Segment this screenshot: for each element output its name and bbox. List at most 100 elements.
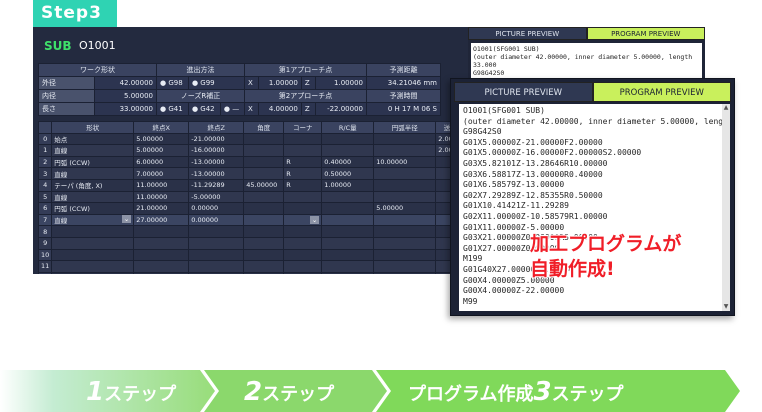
table-row[interactable]: 12 <box>37 271 521 274</box>
grid-cell[interactable] <box>321 132 375 146</box>
chevron-down-icon[interactable]: ⌄ <box>309 216 320 225</box>
value-inner[interactable]: 5.00000 <box>94 89 157 103</box>
value-outer[interactable]: 42.00000 <box>94 76 157 90</box>
grid-cell[interactable]: -13.00000 <box>188 167 245 180</box>
grid-cell[interactable]: 直線 ⌄ <box>51 213 135 227</box>
approach2-z[interactable]: -22.00000 <box>314 102 368 116</box>
radio-g41[interactable]: ● G41 <box>156 102 189 116</box>
grid-cell[interactable] <box>321 236 375 250</box>
table-row[interactable]: 9 <box>37 236 521 250</box>
radio-none[interactable]: ● — <box>219 102 246 116</box>
grid-cell[interactable] <box>373 260 437 273</box>
grid-cell[interactable] <box>321 144 375 157</box>
tab-picture-preview[interactable]: PICTURE PREVIEW <box>454 82 593 102</box>
grid-cell[interactable] <box>373 248 437 262</box>
grid-cell[interactable] <box>51 248 135 262</box>
grid-cell[interactable]: R <box>283 155 323 169</box>
grid-cell[interactable] <box>283 225 323 238</box>
grid-cell[interactable]: 11.00000 <box>133 190 190 204</box>
scroll-down-icon[interactable]: ▼ <box>722 303 730 311</box>
grid-cell[interactable] <box>373 213 437 227</box>
grid-cell[interactable] <box>373 132 437 146</box>
grid-cell[interactable] <box>373 167 437 180</box>
radio-g98[interactable]: ● G98 <box>156 76 189 90</box>
grid-cell[interactable] <box>243 225 285 238</box>
grid-cell[interactable]: R <box>283 167 323 180</box>
grid-cell[interactable]: 0.00000 <box>188 213 245 227</box>
grid-cell[interactable] <box>243 260 285 273</box>
grid-cell[interactable]: -11.29289 <box>188 178 245 192</box>
grid-cell[interactable]: 10.00000 <box>373 155 437 169</box>
grid-cell[interactable]: 21.00000 <box>133 202 190 215</box>
grid-cell[interactable] <box>283 144 323 157</box>
grid-cell[interactable] <box>188 271 245 274</box>
table-row[interactable]: 2 円弧 (CCW) 6.00000 -13.00000 R 0.40000 10.0000… <box>37 155 521 169</box>
grid-cell[interactable] <box>373 178 437 192</box>
grid-cell[interactable] <box>243 271 285 274</box>
grid-cell[interactable] <box>133 248 190 262</box>
grid-cell[interactable]: 7.00000 <box>133 167 190 180</box>
radio-g99[interactable]: ● G99 <box>187 76 246 90</box>
grid-cell[interactable]: 0.40000 <box>321 155 375 169</box>
table-row[interactable]: 6 円弧 (CCW) 21.00000 0.00000 5.00000 <box>37 202 521 215</box>
grid-cell[interactable] <box>243 190 285 204</box>
grid-cell[interactable] <box>188 260 245 273</box>
grid-cell[interactable] <box>243 167 285 180</box>
grid-cell[interactable] <box>283 202 323 215</box>
table-row[interactable]: 8 <box>37 225 521 238</box>
grid-cell[interactable]: 1.00000 <box>321 178 375 192</box>
tab-program-preview-small[interactable]: PROGRAM PREVIEW <box>586 27 705 40</box>
tab-program-preview[interactable]: PROGRAM PREVIEW <box>592 82 731 102</box>
grid-cell[interactable]: 円弧 (CCW) <box>51 202 135 215</box>
table-row[interactable]: 10 <box>37 248 521 262</box>
grid-cell[interactable] <box>188 225 245 238</box>
grid-cell[interactable]: テーパ (角度, X) <box>51 178 135 192</box>
grid-cell[interactable]: 始点 <box>51 132 135 146</box>
chevron-down-icon[interactable]: ⌄ <box>121 215 132 224</box>
grid-cell[interactable] <box>51 271 135 274</box>
grid-cell[interactable] <box>373 144 437 157</box>
grid-cell[interactable]: 5.00000 <box>133 132 190 146</box>
grid-cell[interactable] <box>321 248 375 262</box>
grid-cell[interactable] <box>321 260 375 273</box>
grid-cell[interactable] <box>188 248 245 262</box>
grid-cell[interactable] <box>283 132 323 146</box>
grid-cell[interactable]: -13.00000 <box>188 155 245 169</box>
grid-cell[interactable] <box>243 132 285 146</box>
tab-picture-preview-small[interactable]: PICTURE PREVIEW <box>468 27 587 40</box>
grid-cell[interactable] <box>283 248 323 262</box>
grid-cell[interactable] <box>283 236 323 250</box>
grid-cell[interactable] <box>243 144 285 157</box>
table-row[interactable]: 0始点5.00000-21.000002.00000 <box>37 132 521 146</box>
value-length[interactable]: 33.00000 <box>94 102 157 116</box>
grid-cell[interactable]: 5.00000 <box>133 144 190 157</box>
table-row[interactable]: 11 <box>37 260 521 273</box>
grid-cell[interactable]: 直線 <box>51 167 135 180</box>
grid-cell[interactable]: ⌄ <box>283 213 323 227</box>
table-row[interactable]: 3 直線 7.00000 -13.00000 R 0.50000 <box>37 167 521 180</box>
grid-cell[interactable]: 直線 <box>51 144 135 157</box>
grid-cell[interactable] <box>283 190 323 204</box>
grid-cell[interactable]: -16.00000 <box>188 144 245 157</box>
grid-cell[interactable] <box>243 202 285 215</box>
grid-cell[interactable]: 円弧 (CCW) <box>51 155 135 169</box>
grid-cell[interactable] <box>51 260 135 273</box>
grid-cell[interactable] <box>133 271 190 274</box>
grid-cell[interactable]: -21.00000 <box>188 132 245 146</box>
grid-cell[interactable] <box>243 155 285 169</box>
grid-cell[interactable] <box>321 271 375 274</box>
grid-cell[interactable]: R <box>283 178 323 192</box>
grid-cell[interactable] <box>283 271 323 274</box>
grid-cell[interactable] <box>321 213 375 227</box>
grid-cell[interactable] <box>321 202 375 215</box>
approach1-x[interactable]: 1.00000 <box>258 76 302 90</box>
grid-cell[interactable]: 0.00000 <box>188 202 245 215</box>
grid-cell[interactable] <box>133 225 190 238</box>
grid-cell[interactable] <box>283 260 323 273</box>
table-row[interactable]: 1直線5.00000-16.000002.000002 <box>37 144 521 157</box>
grid-cell[interactable]: 27.00000 <box>133 213 190 227</box>
grid-cell[interactable] <box>243 248 285 262</box>
grid-cell[interactable]: 6.00000 <box>133 155 190 169</box>
grid-cell[interactable] <box>373 190 437 204</box>
grid-cell[interactable]: -5.00000 <box>188 190 245 204</box>
